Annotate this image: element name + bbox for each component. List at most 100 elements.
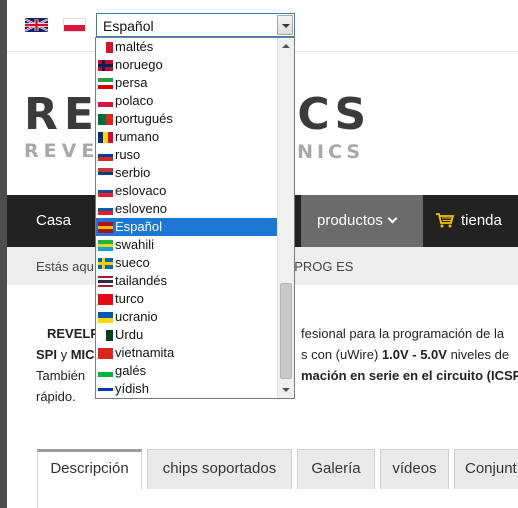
- language-option-label: maltés: [115, 39, 154, 54]
- flag-icon: [98, 330, 113, 341]
- language-dropdown-list[interactable]: maltés noruego persa polaco portugués rumano r…: [95, 37, 295, 399]
- language-option-label: rumano: [115, 129, 160, 144]
- language-option-label: ucranio: [115, 309, 158, 324]
- text-span: y: [56, 347, 71, 362]
- language-option[interactable]: maltés: [96, 38, 278, 56]
- language-option-label: vietnamita: [115, 345, 175, 360]
- flag-icon: [98, 276, 113, 287]
- scrollbar[interactable]: [277, 38, 294, 398]
- language-select-value: Español: [103, 18, 154, 34]
- flag-icon: [98, 294, 113, 305]
- language-select[interactable]: Español: [96, 13, 295, 37]
- uk-flag-icon[interactable]: [25, 18, 48, 32]
- flag-icon: [98, 96, 113, 107]
- flag-icon: [98, 366, 113, 377]
- language-option-label: turco: [115, 291, 144, 306]
- tab-videos[interactable]: vídeos: [380, 449, 449, 489]
- language-option[interactable]: sueco: [96, 254, 278, 272]
- language-option-label: yídish: [115, 381, 149, 396]
- language-option-label: tailandés: [115, 273, 168, 288]
- language-option-label: eslovaco: [115, 183, 167, 198]
- language-option-label: sueco: [115, 255, 150, 270]
- nav-home[interactable]: Casa: [36, 195, 71, 247]
- nav-shop-label: tienda: [461, 212, 502, 229]
- language-option[interactable]: swahili: [96, 236, 278, 254]
- scroll-up-icon[interactable]: [278, 38, 294, 54]
- language-option-label: serbio: [115, 165, 151, 180]
- language-option[interactable]: eslovaco: [96, 182, 278, 200]
- flag-icon: [98, 60, 113, 71]
- language-option[interactable]: Español: [96, 218, 278, 236]
- product-tabs: Descripción chips soportados Galería víd…: [37, 449, 518, 489]
- flag-icon: [98, 132, 113, 143]
- language-option[interactable]: noruego: [96, 56, 278, 74]
- tab-panel: [37, 489, 518, 508]
- flag-icon: [98, 150, 113, 161]
- language-option[interactable]: yídish: [96, 380, 278, 398]
- text-bold: SPI: [36, 347, 57, 362]
- flag-icon: [98, 222, 113, 233]
- text-line-2-rest: s con (uWire) 1.0V - 5.0V niveles de: [301, 347, 509, 362]
- nav-products[interactable]: productos: [301, 195, 423, 247]
- language-option[interactable]: persa: [96, 74, 278, 92]
- text-line-3-rest: mación en serie en el circuito (ICSP: [301, 368, 518, 383]
- flag-icon: [98, 384, 113, 395]
- language-option-label: Urdu: [115, 327, 144, 342]
- language-option[interactable]: turco: [96, 290, 278, 308]
- language-option[interactable]: ruso: [96, 146, 278, 164]
- language-option-label: persa: [115, 75, 148, 90]
- tab-supported-chips[interactable]: chips soportados: [147, 449, 292, 489]
- scrollbar-thumb[interactable]: [280, 283, 292, 379]
- flag-icon: [98, 42, 113, 53]
- language-option-label: Español: [115, 219, 162, 234]
- language-option[interactable]: esloveno: [96, 200, 278, 218]
- language-option[interactable]: Urdu: [96, 326, 278, 344]
- text-bold: 1.0V - 5.0V: [381, 347, 447, 362]
- breadcrumb-current: LPROG ES: [287, 259, 354, 274]
- language-option[interactable]: rumano: [96, 128, 278, 146]
- text-bold: REVELP: [47, 326, 100, 341]
- language-option-label: galés: [115, 363, 147, 378]
- language-option-label: portugués: [115, 111, 173, 126]
- tab-description[interactable]: Descripción: [37, 449, 142, 489]
- tab-kits[interactable]: Conjunt: [454, 449, 518, 489]
- language-option[interactable]: polaco: [96, 92, 278, 110]
- language-option[interactable]: ucranio: [96, 308, 278, 326]
- language-option-label: noruego: [115, 57, 163, 72]
- language-option[interactable]: portugués: [96, 110, 278, 128]
- language-option[interactable]: serbio: [96, 164, 278, 182]
- text-line-1-rest: fesional para la programación de la: [301, 326, 505, 341]
- nav-products-label: productos: [317, 212, 383, 229]
- flag-icon: [98, 78, 113, 89]
- nav-shop[interactable]: tienda: [435, 195, 502, 247]
- flag-icon: [98, 240, 113, 251]
- tab-gallery[interactable]: Galería: [297, 449, 375, 489]
- flag-icon: [98, 186, 113, 197]
- flag-icon: [98, 204, 113, 215]
- text-line-2: SPI y MIC: [36, 347, 95, 362]
- text-line-4: rápido.: [36, 389, 76, 404]
- flag-icon: [98, 258, 113, 269]
- language-option-label: polaco: [115, 93, 154, 108]
- text-bold: mación en serie en el circuito (ICSP: [301, 368, 518, 383]
- text-line-3: También: [36, 368, 86, 383]
- language-option[interactable]: galés: [96, 362, 278, 380]
- chevron-down-icon: [387, 213, 398, 224]
- text-line-1: REVELP: [47, 326, 99, 341]
- text-span: niveles de: [446, 347, 510, 362]
- flag-icon: [98, 312, 113, 323]
- chevron-down-icon[interactable]: [277, 15, 293, 35]
- flag-icon: [98, 114, 113, 125]
- text-span: s con (uWire): [301, 347, 382, 362]
- poland-flag-icon[interactable]: [63, 18, 86, 32]
- language-option[interactable]: vietnamita: [96, 344, 278, 362]
- language-option-label: ruso: [115, 147, 141, 162]
- text-bold: MIC: [70, 347, 95, 362]
- language-option-label: esloveno: [115, 201, 168, 216]
- flag-icon: [98, 348, 113, 359]
- flag-icon: [98, 168, 113, 179]
- scroll-down-icon[interactable]: [278, 382, 294, 398]
- language-option-label: swahili: [115, 237, 155, 252]
- language-option[interactable]: tailandés: [96, 272, 278, 290]
- breadcrumb-prefix: Estás aquí: [36, 259, 98, 274]
